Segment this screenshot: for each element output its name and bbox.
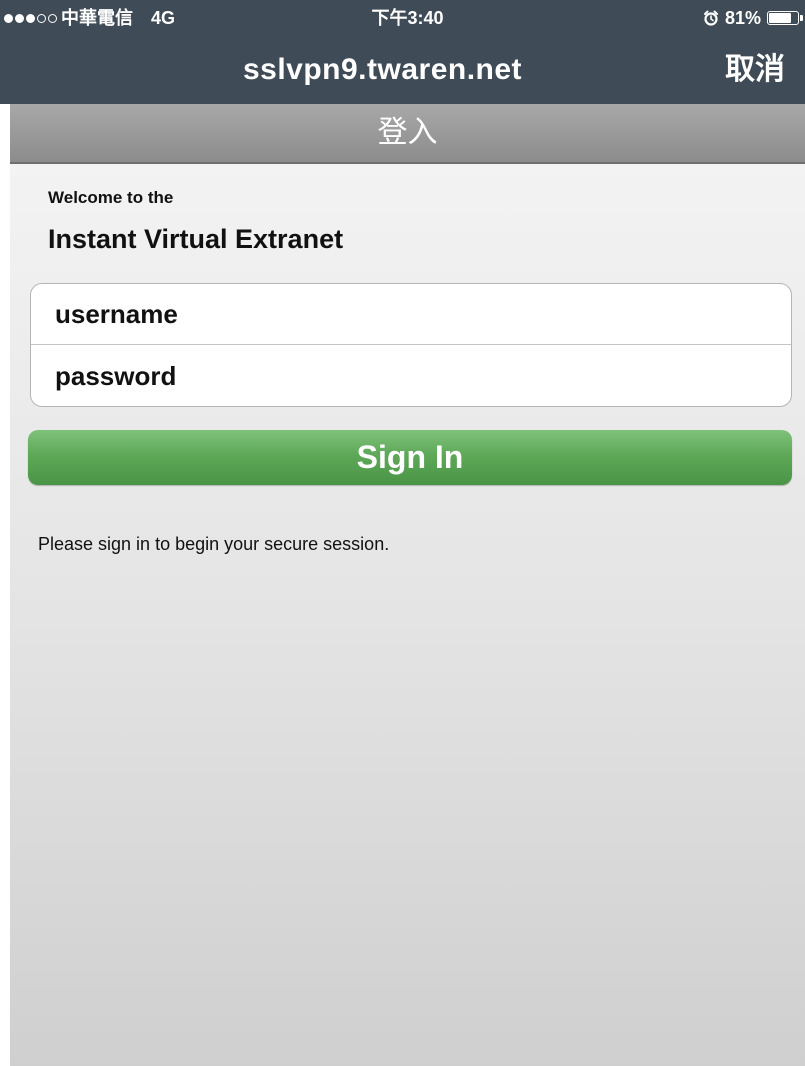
sign-in-button[interactable]: Sign In [28,430,792,485]
product-title: Instant Virtual Extranet [48,224,344,254]
welcome-text: Welcome to the [48,188,174,207]
status-time: 下午3:40 [371,8,444,28]
battery-fill [769,13,792,23]
status-right: 81% [703,0,803,36]
login-content: Welcome to the Instant Virtual Extranet … [10,164,805,1066]
password-row [31,346,791,406]
cancel-button[interactable]: 取消 [725,36,785,104]
password-input[interactable] [31,346,791,406]
nav-title: sslvpn9.twaren.net [242,53,523,86]
page-header: 登入 [10,104,805,164]
phone-screen: 中華電信 4G 下午3:40 81% sslvpn9.twaren.net 取消 [0,0,805,1066]
battery-icon [767,11,803,25]
top-bar: 中華電信 4G 下午3:40 81% sslvpn9.twaren.net 取消 [0,0,805,104]
alarm-icon [703,10,718,26]
nav-bar: sslvpn9.twaren.net 取消 [0,36,805,104]
battery-cap [800,15,803,21]
session-info-text: Please sign in to begin your secure sess… [38,534,390,554]
login-form [30,283,792,407]
username-row [31,284,791,345]
username-input[interactable] [31,284,791,344]
battery-percent: 81% [724,8,761,28]
status-bar: 中華電信 4G 下午3:40 81% [0,0,805,36]
